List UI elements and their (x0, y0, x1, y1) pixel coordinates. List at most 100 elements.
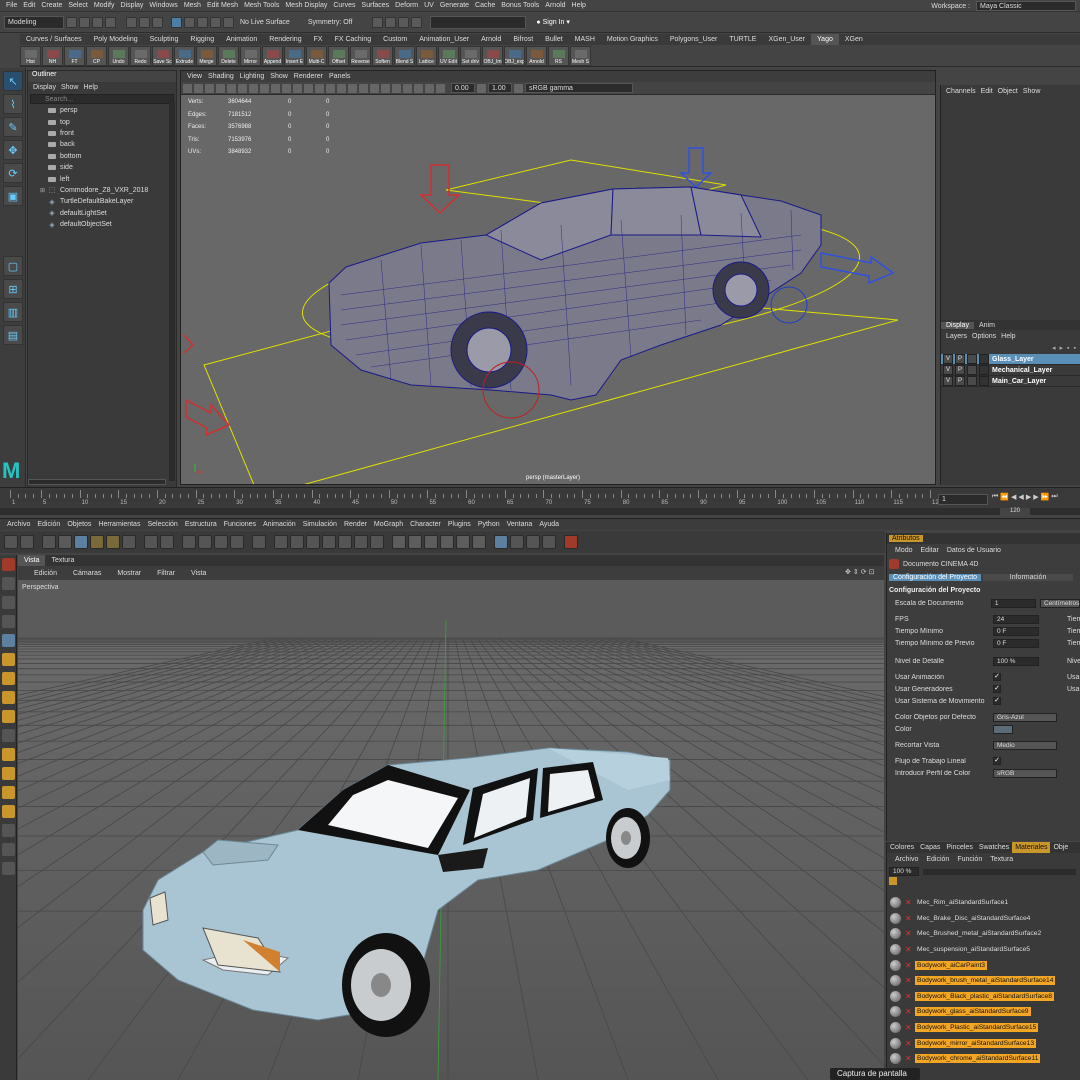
c4d-view-menu-edici-n[interactable]: Edición (34, 570, 57, 577)
c4d-smear-icon[interactable] (2, 767, 15, 780)
maya-menu-bonus-tools[interactable]: Bonus Tools (501, 2, 539, 9)
shelf-button-extrude[interactable]: Extrude (174, 45, 195, 66)
shelf-button-undo[interactable]: Undo (108, 45, 129, 66)
camera-select-icon[interactable] (183, 83, 192, 93)
c4d-menu-character[interactable]: Character (410, 521, 441, 528)
c4d-menu-python[interactable]: Python (478, 521, 500, 528)
outliner-item-back[interactable]: back (28, 139, 176, 150)
shelf-tab-yago[interactable]: Yago (811, 34, 839, 45)
c4d-menu-plugins[interactable]: Plugins (448, 521, 471, 528)
c4d-sculpt-icon[interactable] (2, 653, 15, 666)
maya-menu-edit[interactable]: Edit (23, 2, 35, 9)
xray-joints-icon[interactable] (425, 83, 434, 93)
c4d-view-menu-vista[interactable]: Vista (191, 570, 206, 577)
viewport-menu-panels[interactable]: Panels (329, 73, 350, 80)
go-start-icon[interactable]: ⏮ (992, 493, 998, 501)
c4d-menu-ayuda[interactable]: Ayuda (539, 521, 559, 528)
attr-field[interactable]: 0 F (993, 638, 1039, 648)
c4d-make-editable-icon[interactable] (2, 558, 15, 571)
layer-row-main-car-layer[interactable]: V P Main_Car_Layer (941, 376, 1080, 387)
lighting-icon[interactable] (348, 83, 357, 93)
four-view-icon[interactable]: ⊞ (3, 279, 23, 299)
mat-menu-edici-n[interactable]: Edición (926, 856, 949, 863)
color-objects-select[interactable]: Gris-Azul (993, 712, 1057, 722)
attr-field[interactable]: 100 % (993, 656, 1039, 666)
render-settings-icon[interactable] (398, 16, 410, 28)
c4d-model-mode-icon[interactable] (392, 535, 406, 549)
layer-new-selected-icon[interactable]: ▪ (1074, 345, 1076, 352)
shelf-tab-arnold[interactable]: Arnold (475, 34, 507, 45)
channel-menu-channels[interactable]: Channels (946, 88, 976, 95)
layer-menu-help[interactable]: Help (1001, 333, 1015, 340)
c4d-light-icon[interactable] (370, 535, 384, 549)
isolate-icon[interactable] (403, 83, 412, 93)
smooth-shade-icon[interactable] (315, 83, 324, 93)
mat-tab-pinceles[interactable]: Pinceles (943, 842, 975, 853)
sign-in-button[interactable]: ● Sign In ▾ (536, 18, 569, 26)
shelf-tab-rendering[interactable]: Rendering (263, 34, 307, 45)
workspace-dropdown[interactable]: Maya Classic (976, 1, 1076, 11)
outliner-item-top[interactable]: top (28, 116, 176, 127)
shelf-tab-turtle[interactable]: TURTLE (723, 34, 762, 45)
step-forward-key-icon[interactable]: ⏩ (1041, 493, 1050, 501)
c4d-redo-icon[interactable] (20, 535, 34, 549)
maya-menu-create[interactable]: Create (41, 2, 62, 9)
c4d-camera-icon[interactable] (354, 535, 368, 549)
mat-menu-funci-n[interactable]: Función (957, 856, 982, 863)
bookmark-icon[interactable] (205, 83, 214, 93)
maya-menu-curves[interactable]: Curves (333, 2, 355, 9)
material-row[interactable]: ✕ Mec_Brake_Disc_aiStandardSurface4 (887, 911, 1080, 927)
attr-menu-modo[interactable]: Modo (895, 547, 913, 554)
layer-tab-display[interactable]: Display (941, 321, 974, 329)
maya-menu-select[interactable]: Select (68, 2, 87, 9)
c4d-text-tool-icon[interactable] (2, 786, 15, 799)
channel-menu-object[interactable]: Object (998, 88, 1018, 95)
wireframe-icon[interactable] (304, 83, 313, 93)
textured-icon[interactable] (337, 83, 346, 93)
shelf-tab-motion-graphics[interactable]: Motion Graphics (601, 34, 664, 45)
c4d-texture-mode-icon[interactable] (408, 535, 422, 549)
shelf-tab-xgen-user[interactable]: XGen_User (762, 34, 811, 45)
outliner-item-front[interactable]: front (28, 128, 176, 139)
outliner-item-bottom[interactable]: bottom (28, 151, 176, 162)
layer-tab-anim[interactable]: Anim (974, 322, 1000, 329)
outliner-search[interactable]: Search... (30, 94, 174, 104)
c4d-menu-estructura[interactable]: Estructura (185, 521, 217, 528)
shelf-button-ft[interactable]: FT (64, 45, 85, 66)
c4d-snap-icon[interactable] (526, 535, 540, 549)
c4d-recent-tool-icon[interactable] (122, 535, 136, 549)
mat-tab-swatches[interactable]: Swatches (976, 842, 1012, 853)
outliner-item-left[interactable]: left (28, 173, 176, 184)
maya-menu-edit-mesh[interactable]: Edit Mesh (207, 2, 238, 9)
shelf-tab-animation[interactable]: Animation (220, 34, 263, 45)
c4d-live-select-icon[interactable] (42, 535, 56, 549)
c4d-texture-icon[interactable] (2, 577, 15, 590)
c4d-cursor-icon[interactable] (58, 535, 72, 549)
c4d-enable-axis-icon[interactable] (494, 535, 508, 549)
redo-icon[interactable] (105, 16, 116, 28)
wire-on-shaded-icon[interactable] (326, 83, 335, 93)
c4d-deformer-icon[interactable] (322, 535, 336, 549)
attr-field[interactable]: 0 F (993, 626, 1039, 636)
c4d-cube-icon[interactable] (252, 535, 266, 549)
layer-playback-toggle[interactable]: P (955, 376, 965, 386)
shelf-tab-polygons-user[interactable]: Polygons_User (664, 34, 723, 45)
shelf-button-offset[interactable]: Offset (328, 45, 349, 66)
layer-move-up-icon[interactable]: ◂ (1052, 344, 1056, 352)
shelf-tab-rigging[interactable]: Rigging (184, 34, 220, 45)
c4d-paint-icon[interactable] (2, 672, 15, 685)
c4d-y-axis-icon[interactable] (160, 535, 174, 549)
materials-zoom-slider[interactable] (923, 868, 1076, 875)
c4d-menu-funciones[interactable]: Funciones (224, 521, 256, 528)
outliner-menu-show[interactable]: Show (61, 84, 79, 91)
viewport-menu-view[interactable]: View (187, 73, 202, 80)
material-row[interactable]: ✕ Bodywork_aiCarPaint3 (887, 957, 1080, 973)
c4d-menu-animaci-n[interactable]: Animación (263, 521, 296, 528)
mode-select[interactable]: Modeling (4, 15, 64, 29)
mat-menu-textura[interactable]: Textura (990, 856, 1013, 863)
shelf-button-mirror[interactable]: Mirror (240, 45, 261, 66)
snap-point-icon[interactable] (197, 16, 208, 28)
two-view-icon[interactable]: ▥ (3, 302, 23, 322)
c4d-menu-edici-n[interactable]: Edición (37, 521, 60, 528)
shelf-tab-animation-user[interactable]: Animation_User (413, 34, 475, 45)
